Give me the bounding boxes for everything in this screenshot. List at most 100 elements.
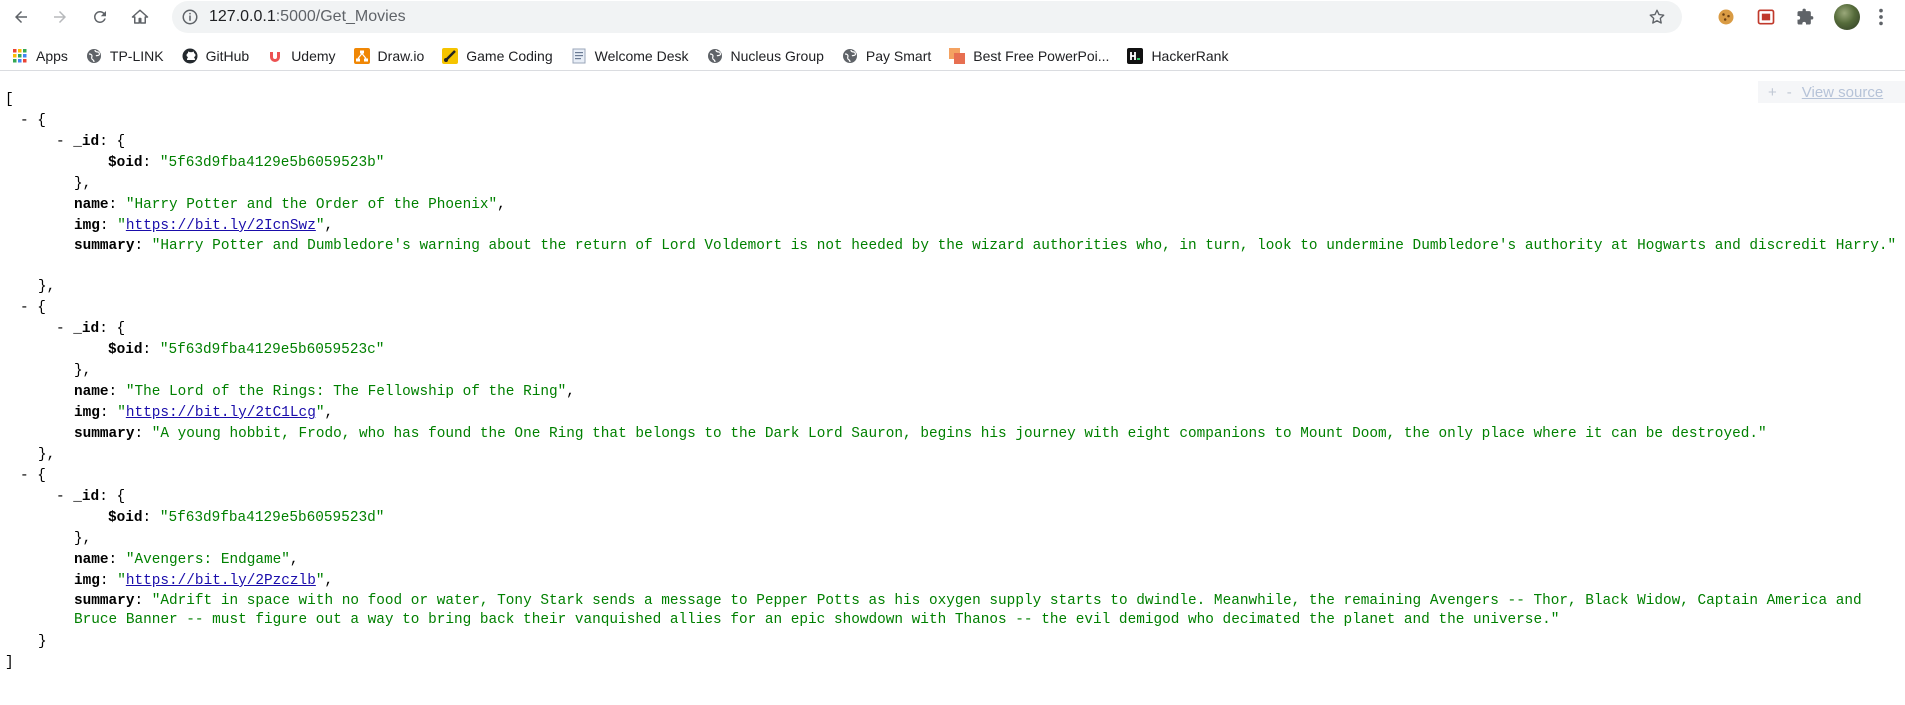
bookmark-label: Pay Smart (865, 48, 932, 64)
json-img-row: img: "https://bit.ly/2Pzczlb", (74, 571, 333, 591)
close-brace: }, (74, 363, 92, 379)
kebab-menu-icon[interactable] (1870, 6, 1892, 28)
comma: , (324, 405, 334, 421)
img-link[interactable]: https://bit.ly/2tC1Lcg (126, 405, 316, 421)
url-path: :5000/Get_Movies (275, 8, 406, 25)
collapse-toggle[interactable]: - (20, 113, 29, 129)
json-object-close: } (38, 632, 47, 652)
quote: " (117, 405, 126, 421)
colon: : (142, 155, 160, 171)
star-icon[interactable] (1648, 8, 1666, 26)
collapse-toggle[interactable]: - (56, 321, 65, 337)
json-array-open: [ (5, 90, 14, 110)
bookmark-label: GitHub (205, 48, 250, 64)
json-object-close: }, (38, 277, 55, 297)
collapse-all-button[interactable]: - (1787, 84, 1792, 101)
json-name-row: name: "Avengers: Endgame", (74, 550, 299, 570)
collapse-toggle[interactable]: - (20, 468, 29, 484)
comma: , (324, 573, 334, 589)
name-value: "The Lord of the Rings: The Fellowship o… (125, 384, 567, 400)
bookmark-udemy[interactable]: Udemy (267, 48, 336, 64)
open-bracket: [ (5, 92, 14, 108)
profile-avatar[interactable] (1834, 4, 1860, 30)
colon: : (99, 405, 118, 421)
document-icon (571, 48, 587, 64)
github-icon (182, 48, 198, 64)
bookmark-hackerrank[interactable]: HackerRank (1127, 48, 1228, 64)
colon: : (108, 552, 126, 568)
colon: : (99, 489, 117, 505)
key-id: _id (73, 134, 100, 150)
reload-button[interactable] (83, 0, 117, 34)
bookmark-label: HackerRank (1151, 48, 1229, 64)
colon: : (99, 321, 117, 337)
collapse-toggle[interactable]: - (56, 134, 65, 150)
key-id: _id (73, 489, 100, 505)
json-img-row: img: "https://bit.ly/2tC1Lcg", (74, 403, 333, 423)
oid-value: "5f63d9fba4129e5b6059523c" (159, 342, 385, 358)
arrow-left-icon (15, 11, 27, 23)
view-source-link[interactable]: View source (1802, 84, 1883, 101)
bookmark-game-coding[interactable]: Game Coding (442, 48, 553, 64)
bookmark-draw-io[interactable]: Draw.io (353, 48, 425, 64)
powerpoint-icon (949, 48, 966, 64)
globe-icon (707, 48, 723, 64)
colon: : (108, 384, 126, 400)
drawio-icon (353, 48, 370, 64)
bookmark-best-free-powerpoi[interactable]: Best Free PowerPoi... (949, 48, 1109, 64)
img-link[interactable]: https://bit.ly/2Pzczlb (126, 573, 316, 589)
address-bar[interactable]: 127.0.0.1:5000/Get_Movies (172, 1, 1682, 33)
bookmark-label: Nucleus Group (730, 48, 824, 64)
oid-value: "5f63d9fba4129e5b6059523d" (159, 510, 385, 526)
key-img: img (74, 573, 100, 589)
quote: " (117, 218, 126, 234)
key-summary: summary (74, 426, 135, 442)
bookmark-nucleus-group[interactable]: Nucleus Group (707, 48, 824, 64)
bookmarks-bar: Apps TP-LINK GitHub Udemy Draw.io Game Coding… (0, 42, 1905, 71)
json-viewer-controls: + - View source (1758, 81, 1905, 103)
json-id-close: }, (74, 174, 91, 194)
json-object-open: - { (20, 466, 46, 486)
json-oid-row: $oid: "5f63d9fba4129e5b6059523c" (108, 340, 384, 360)
summary-value: "A young hobbit, Frodo, who has found th… (151, 426, 1767, 442)
bookmark-label: Apps (36, 48, 68, 64)
bookmark-github[interactable]: GitHub (182, 48, 250, 64)
game-coding-icon (442, 48, 459, 64)
bookmark-label: Welcome Desk (594, 48, 689, 64)
forward-button[interactable] (43, 0, 77, 34)
expand-all-button[interactable]: + (1768, 84, 1777, 101)
puzzle-extensions-icon[interactable] (1795, 7, 1815, 27)
summary-value: "Harry Potter and Dumbledore's warning a… (151, 238, 1897, 254)
url-host: 127.0.0.1 (209, 8, 276, 25)
bookmark-tp-link[interactable]: TP-LINK (86, 48, 164, 64)
bookmark-welcome-desk[interactable]: Welcome Desk (571, 48, 689, 64)
img-link[interactable]: https://bit.ly/2IcnSwz (126, 218, 316, 234)
open-brace: { (37, 468, 46, 484)
globe-icon (86, 48, 102, 64)
key-oid: $oid (108, 510, 143, 526)
home-button[interactable] (123, 0, 157, 34)
pocket-extension-icon[interactable] (1756, 7, 1776, 27)
browser-toolbar: 127.0.0.1:5000/Get_Movies (0, 0, 1905, 34)
colon: : (99, 218, 118, 234)
url-text[interactable]: 127.0.0.1:5000/Get_Movies (209, 8, 406, 26)
key-name: name (74, 384, 109, 400)
bookmark-apps[interactable]: Apps (12, 48, 68, 64)
colon: : (108, 197, 126, 213)
colon: : (142, 342, 160, 358)
bookmark-pay-smart[interactable]: Pay Smart (842, 48, 931, 64)
bookmark-label: Draw.io (377, 48, 425, 64)
collapse-toggle[interactable]: - (56, 489, 65, 505)
name-value: "Avengers: Endgame" (125, 552, 290, 568)
back-button[interactable] (4, 0, 38, 34)
collapse-toggle[interactable]: - (20, 300, 29, 316)
info-icon[interactable] (181, 8, 199, 26)
bookmark-label: Best Free PowerPoi... (973, 48, 1110, 64)
json-object-close: }, (38, 445, 55, 465)
cookie-extension-icon[interactable] (1716, 7, 1736, 27)
